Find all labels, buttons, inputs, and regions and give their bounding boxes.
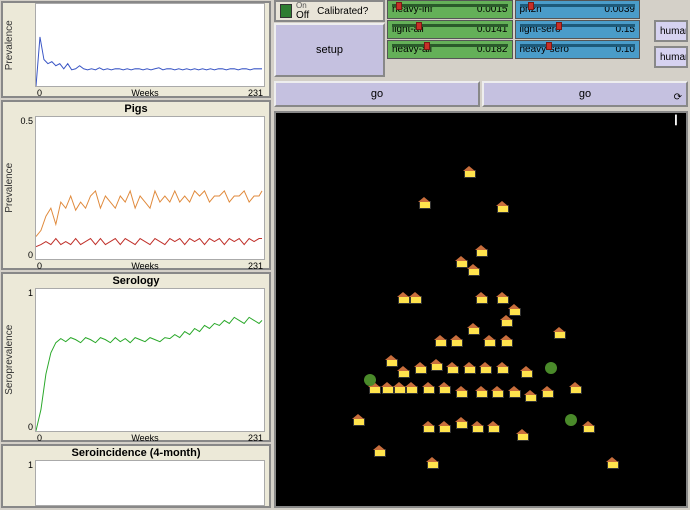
house-agent bbox=[455, 386, 467, 398]
house-agent bbox=[463, 362, 475, 374]
house-agent bbox=[467, 323, 479, 335]
house-agent bbox=[455, 417, 467, 429]
house-agent bbox=[606, 457, 618, 469]
house-agent bbox=[397, 292, 409, 304]
house-agent bbox=[418, 197, 430, 209]
house-agent bbox=[500, 315, 512, 327]
house-agent bbox=[508, 304, 520, 316]
plot-serology: Serology Seroprevalence 1 0 0 Weeks 231 bbox=[1, 272, 271, 442]
plot-pigs-xaxis: 0 Weeks 231 bbox=[35, 260, 265, 273]
go-forever-button[interactable]: go ⟳ bbox=[482, 81, 688, 107]
calibrated-switch[interactable]: On Off Calibrated? bbox=[274, 0, 385, 22]
tree-agent bbox=[565, 414, 577, 426]
house-agent bbox=[414, 362, 426, 374]
house-agent bbox=[450, 335, 462, 347]
plot-seroincidence-yaxis: 1 bbox=[17, 460, 35, 506]
house-agent bbox=[475, 245, 487, 257]
plot-serology-ylabel: Seroprevalence bbox=[3, 288, 17, 432]
slider-heavy-inf[interactable]: heavy-inf0.0015 bbox=[387, 0, 513, 19]
switch-state: Off bbox=[296, 11, 309, 21]
house-agent bbox=[352, 414, 364, 426]
house-agent bbox=[541, 386, 553, 398]
house-agent bbox=[467, 264, 479, 276]
house-agent bbox=[385, 355, 397, 367]
plot-pigs-yaxis: 0.5 0 bbox=[17, 116, 35, 260]
monitor-human-ma: human-ma bbox=[654, 46, 688, 68]
house-agent bbox=[409, 292, 421, 304]
house-agent bbox=[569, 382, 581, 394]
house-agent bbox=[475, 292, 487, 304]
house-agent bbox=[479, 362, 491, 374]
house-agent bbox=[422, 382, 434, 394]
plot-humans-yaxis bbox=[17, 3, 35, 87]
house-agent bbox=[524, 390, 536, 402]
plot-humans: Prevalence 0 Weeks 231 bbox=[1, 1, 271, 98]
house-agent bbox=[483, 335, 495, 347]
house-agent bbox=[496, 362, 508, 374]
house-agent bbox=[422, 421, 434, 433]
house-agent bbox=[381, 382, 393, 394]
house-agent bbox=[397, 366, 409, 378]
slider-ph2h[interactable]: ph2h0.0039 bbox=[515, 0, 641, 19]
house-agent bbox=[373, 445, 385, 457]
house-agent bbox=[405, 382, 417, 394]
go-button[interactable]: go bbox=[274, 81, 480, 107]
house-agent bbox=[438, 382, 450, 394]
plot-seroincidence: Seroincidence (4-month) 1 bbox=[1, 444, 271, 508]
plot-serology-xaxis: 0 Weeks 231 bbox=[35, 432, 265, 445]
setup-button[interactable]: setup bbox=[274, 23, 385, 77]
plot-seroincidence-ylabel bbox=[3, 460, 17, 506]
plot-humans-ylabel: Prevalence bbox=[3, 3, 17, 87]
house-agent bbox=[430, 359, 442, 371]
go-buttons-row: go go ⟳ bbox=[272, 79, 690, 109]
house-agent bbox=[487, 421, 499, 433]
repeat-icon: ⟳ bbox=[674, 92, 682, 103]
slider-heavy-all[interactable]: heavy-all0.0182 bbox=[387, 40, 513, 59]
plot-serology-title: Serology bbox=[3, 274, 269, 288]
switch-handle-icon bbox=[280, 4, 292, 18]
controls-row: On Off Calibrated? setup heavy-inf0.0015… bbox=[272, 0, 690, 79]
plot-humans-chart[interactable] bbox=[35, 3, 265, 87]
house-agent bbox=[496, 292, 508, 304]
house-agent bbox=[446, 362, 458, 374]
house-agent bbox=[475, 386, 487, 398]
plot-pigs-ylabel: Prevalence bbox=[3, 116, 17, 260]
house-agent bbox=[516, 429, 528, 441]
house-agent bbox=[582, 421, 594, 433]
house-agent bbox=[434, 335, 446, 347]
plot-serology-yaxis: 1 0 bbox=[17, 288, 35, 432]
house-agent bbox=[496, 201, 508, 213]
plot-serology-chart[interactable] bbox=[35, 288, 265, 432]
slider-heavy-sero[interactable]: heavy-sero0.10 bbox=[515, 40, 641, 59]
plot-pigs: Pigs Prevalence 0.5 0 0 Weeks 231 bbox=[1, 100, 271, 270]
slider-light-all[interactable]: light-all0.0141 bbox=[387, 20, 513, 39]
house-agent bbox=[553, 327, 565, 339]
house-agent bbox=[463, 166, 475, 178]
house-agent bbox=[491, 386, 503, 398]
house-agent bbox=[520, 366, 532, 378]
world-tick-indicator: ▎ bbox=[675, 115, 682, 126]
switch-label: Calibrated? bbox=[317, 6, 368, 17]
house-agent bbox=[508, 386, 520, 398]
house-agent bbox=[500, 335, 512, 347]
house-agent bbox=[438, 421, 450, 433]
slider-light-sero[interactable]: light-sero0.15 bbox=[515, 20, 641, 39]
house-agent bbox=[471, 421, 483, 433]
tree-agent bbox=[364, 374, 376, 386]
house-agent bbox=[455, 256, 467, 268]
monitor-human-rin: human-rin bbox=[654, 20, 688, 42]
plot-seroincidence-title: Seroincidence (4-month) bbox=[3, 446, 269, 460]
tree-agent bbox=[545, 362, 557, 374]
plot-pigs-title: Pigs bbox=[3, 102, 269, 116]
left-plots-column: Prevalence 0 Weeks 231 Pigs Prevalence bbox=[0, 0, 272, 510]
house-agent bbox=[426, 457, 438, 469]
plot-pigs-chart[interactable] bbox=[35, 116, 265, 260]
plot-humans-xaxis: 0 Weeks 231 bbox=[35, 87, 265, 100]
house-agent bbox=[393, 382, 405, 394]
world-view[interactable]: ▎ bbox=[274, 111, 688, 508]
plot-seroincidence-chart[interactable] bbox=[35, 460, 265, 506]
